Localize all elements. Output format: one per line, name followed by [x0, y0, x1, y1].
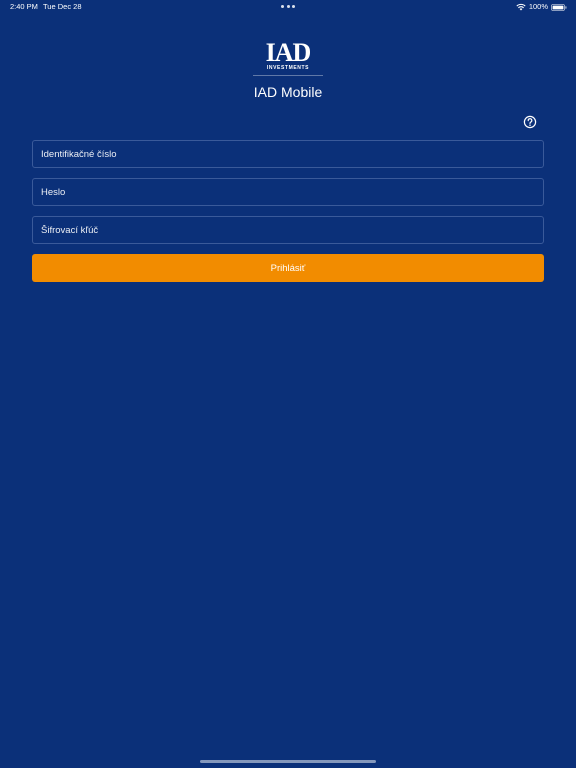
- home-indicator[interactable]: [200, 760, 376, 763]
- iad-investments-logo: IAD INVESTMENTS: [250, 40, 326, 78]
- status-bar: 2:40 PM Tue Dec 28 100%: [0, 0, 576, 14]
- logo-subtitle: INVESTMENTS: [266, 65, 310, 71]
- battery-percentage: 100%: [528, 2, 548, 11]
- encryption-key-input[interactable]: [32, 216, 544, 244]
- logo-mark: IAD: [265, 38, 312, 67]
- app-title: IAD Mobile: [253, 84, 323, 100]
- help-button[interactable]: [523, 115, 537, 129]
- identification-number-input[interactable]: [32, 140, 544, 168]
- battery-icon: [551, 3, 567, 11]
- status-right: 100%: [516, 0, 567, 14]
- status-date: Tue Dec 28: [43, 2, 82, 11]
- multitasking-dots-icon[interactable]: [281, 5, 295, 9]
- question-circle-icon: [523, 115, 537, 129]
- wifi-icon: [516, 3, 526, 11]
- logo-divider: [253, 75, 323, 76]
- login-button[interactable]: Prihlásiť: [32, 254, 544, 282]
- status-time: 2:40 PM: [10, 2, 38, 11]
- password-input[interactable]: [32, 178, 544, 206]
